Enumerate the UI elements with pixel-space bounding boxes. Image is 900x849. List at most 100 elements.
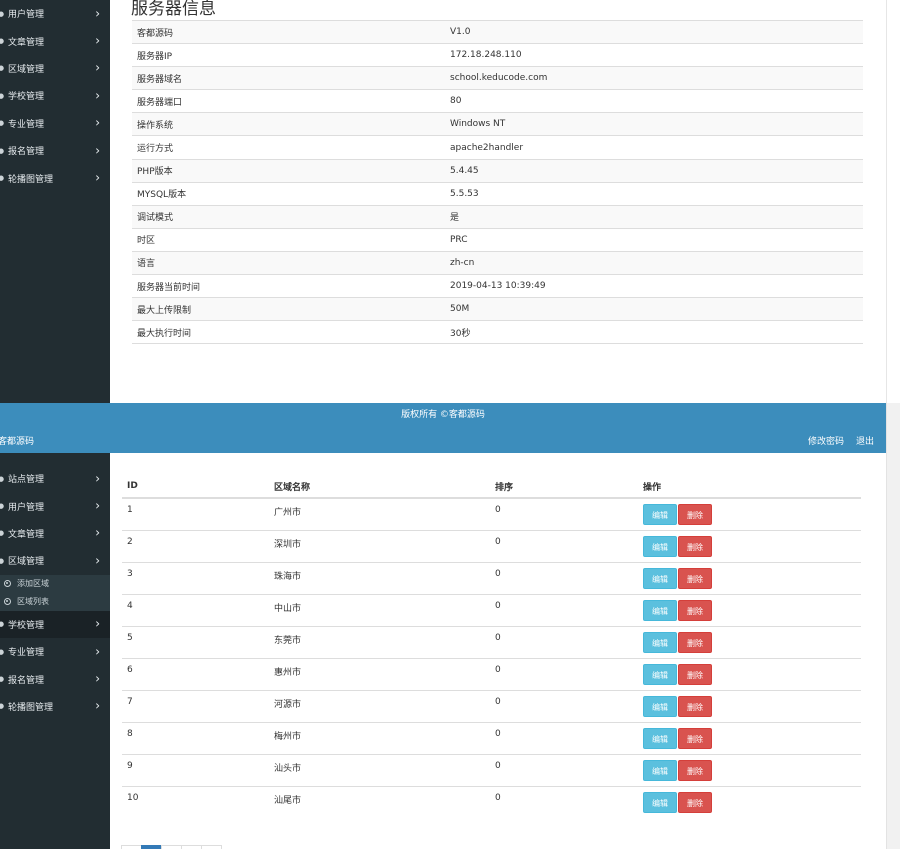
cell-ops: 编辑 删除 — [638, 593, 861, 626]
sidebar-item-label: 用户管理 — [8, 10, 45, 21]
sidebar-item[interactable]: ● 专业管理 › — [0, 638, 110, 665]
cell-name: 河源市 — [269, 689, 490, 722]
chevron-right-icon: › — [95, 525, 100, 540]
change-password-link[interactable]: 修改密码 — [808, 434, 844, 447]
delete-button[interactable]: 删除 — [678, 599, 712, 621]
sidebar-item[interactable]: ● 站点管理 › — [0, 465, 110, 492]
top-sidebar-menu: ● 用户管理 › ● 文章管理 › ● 区域管理 › ● 学校管理 › ● 专业管理 › ● 报名管理 › ● 轮播图… — [0, 0, 110, 192]
chevron-right-icon: › — [95, 170, 100, 185]
cell-sort: 0 — [490, 625, 638, 658]
edit-button[interactable]: 编辑 — [643, 504, 677, 525]
page-title: 服务器信息 — [131, 0, 216, 19]
delete-button[interactable]: 删除 — [678, 759, 712, 781]
cell-ops: 编辑 删除 — [638, 657, 861, 690]
col-id-header: ID — [122, 475, 269, 499]
sidebar-item-label: 用户管理 — [8, 502, 45, 513]
bullet-icon: ● — [0, 174, 5, 183]
sidebar-item[interactable]: ● 区域管理 › — [0, 547, 110, 574]
brand-logo-text[interactable]: 客都源码 — [0, 434, 34, 447]
edit-button[interactable]: 编辑 — [643, 567, 677, 589]
sidebar-item-label: 轮播图管理 — [8, 174, 54, 185]
info-key: 客都源码 — [132, 19, 445, 44]
edit-button[interactable]: 编辑 — [643, 695, 677, 717]
sidebar-item[interactable]: ● 报名管理 › — [0, 137, 110, 164]
sidebar-item[interactable]: ● 专业管理 › — [0, 110, 110, 137]
delete-button[interactable]: 删除 — [678, 727, 712, 749]
info-value: 172.18.248.110 — [445, 43, 863, 67]
edit-button[interactable]: 编辑 — [643, 727, 677, 749]
table-row: 5 东莞市 0 编辑 删除 — [122, 625, 861, 658]
edit-button[interactable]: 编辑 — [643, 631, 677, 653]
logout-link[interactable]: 退出 — [856, 434, 874, 447]
info-key: 服务器IP — [132, 43, 445, 67]
edit-button[interactable]: 编辑 — [643, 535, 677, 557]
sidebar-item[interactable]: ● 用户管理 › — [0, 492, 110, 519]
sidebar-item[interactable]: ● 区域管理 › — [0, 55, 110, 82]
page-button[interactable] — [141, 845, 162, 849]
cell-name: 梅州市 — [269, 721, 490, 754]
info-key: 调试模式 — [132, 204, 445, 229]
sidebar-item[interactable]: ● 报名管理 › — [0, 665, 110, 692]
top-sidebar: ● 用户管理 › ● 文章管理 › ● 区域管理 › ● 学校管理 › ● 专业管理 › ● 报名管理 › ● 轮播图… — [0, 0, 110, 403]
submenu-item[interactable]: 区域列表 — [0, 593, 110, 611]
edit-button[interactable]: 编辑 — [643, 791, 677, 813]
page-button[interactable] — [181, 845, 202, 849]
table-row: 7 河源市 0 编辑 删除 — [122, 689, 861, 722]
sidebar-item[interactable]: ● 学校管理 › — [0, 82, 110, 109]
chevron-right-icon: › — [95, 671, 100, 686]
cell-ops: 编辑 删除 — [638, 721, 861, 754]
sidebar-item[interactable]: ● 学校管理 › — [0, 610, 110, 638]
delete-button[interactable]: 删除 — [678, 663, 712, 685]
cell-sort: 0 — [490, 657, 638, 690]
sidebar-item[interactable]: ● 轮播图管理 › — [0, 693, 110, 720]
table-row: 4 中山市 0 编辑 删除 — [122, 593, 861, 626]
info-value: zh-cn — [445, 250, 863, 275]
bullet-icon: ● — [0, 37, 5, 46]
cell-id: 6 — [122, 657, 269, 690]
submenu-item[interactable]: 添加区域 — [0, 575, 110, 593]
delete-button[interactable]: 删除 — [678, 695, 712, 717]
table-row: 9 汕头市 0 编辑 删除 — [122, 753, 861, 786]
edit-button[interactable]: 编辑 — [643, 663, 677, 685]
sidebar-item[interactable]: ● 轮播图管理 › — [0, 164, 110, 191]
delete-button[interactable]: 删除 — [678, 791, 712, 813]
delete-button[interactable]: 删除 — [678, 631, 712, 653]
page-button[interactable] — [121, 845, 142, 849]
edit-button[interactable]: 编辑 — [643, 759, 677, 781]
cell-ops: 编辑 删除 — [638, 785, 861, 818]
sidebar-item[interactable]: ● 用户管理 › — [0, 0, 110, 27]
chevron-right-icon: › — [95, 643, 100, 658]
table-row: 客都源码 V1.0 — [132, 19, 863, 44]
cell-id: 8 — [122, 721, 269, 754]
scrollbar-track-bottom[interactable] — [886, 403, 900, 849]
edit-button[interactable]: 编辑 — [643, 599, 677, 621]
info-value: 5.5.53 — [445, 181, 863, 206]
delete-button[interactable]: 删除 — [678, 535, 712, 557]
sidebar-item[interactable]: ● 文章管理 › — [0, 27, 110, 54]
info-key: 最大上传限制 — [132, 297, 445, 321]
cell-name: 珠海市 — [269, 561, 490, 594]
cell-id: 9 — [122, 753, 269, 786]
cell-id: 4 — [122, 593, 269, 626]
page-button[interactable] — [201, 845, 222, 849]
cell-ops: 编辑 删除 — [638, 561, 861, 594]
bullet-icon: ● — [0, 64, 5, 73]
table-row: 时区 PRC — [132, 227, 863, 252]
submenu-item-label: 区域列表 — [17, 597, 49, 607]
delete-button[interactable]: 删除 — [678, 567, 712, 589]
table-row: MYSQL版本 5.5.53 — [132, 181, 863, 206]
info-value: 50M — [445, 297, 863, 321]
page-button[interactable] — [161, 845, 182, 849]
chevron-right-icon: › — [95, 33, 100, 48]
sidebar-item-label: 轮播图管理 — [8, 702, 54, 713]
table-row: 最大上传限制 50M — [132, 297, 863, 321]
delete-button[interactable]: 删除 — [678, 504, 712, 525]
sidebar-item[interactable]: ● 文章管理 › — [0, 520, 110, 547]
info-value: Windows NT — [445, 112, 863, 136]
info-value: 2019-04-13 10:39:49 — [445, 274, 863, 298]
table-row: 服务器当前时间 2019-04-13 10:39:49 — [132, 274, 863, 298]
sidebar-item-label: 区域管理 — [8, 557, 45, 568]
cell-name: 汕尾市 — [269, 785, 490, 818]
scrollbar-track-top[interactable] — [886, 0, 900, 403]
cell-sort: 0 — [490, 785, 638, 818]
